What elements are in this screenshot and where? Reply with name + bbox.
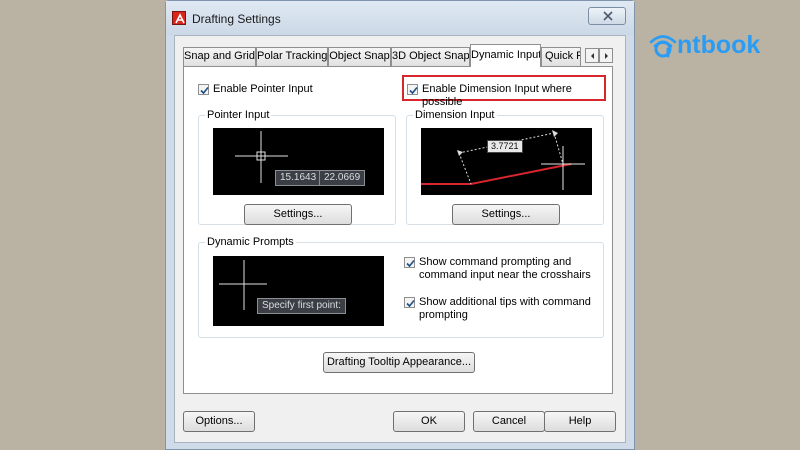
arrow-right-icon (605, 53, 608, 59)
arrow-left-icon (591, 53, 594, 59)
show-command-prompting-label: Show command prompting and command input… (419, 256, 591, 281)
dynamic-prompts-title: Dynamic Prompts (205, 236, 296, 248)
dimension-input-settings-button[interactable]: Settings... (452, 204, 560, 225)
dimension-value: 3.7721 (487, 140, 523, 153)
dynamic-prompts-preview: Specify first point: (213, 256, 384, 326)
dimension-line-icon (421, 130, 585, 190)
checkmark-icon (200, 86, 209, 95)
tab-strip: Snap and Grid Polar Tracking Object Snap… (183, 44, 613, 67)
pointer-y-value: 22.0669 (319, 170, 366, 186)
help-button[interactable]: Help (544, 411, 616, 432)
enable-pointer-input-checkbox[interactable]: Enable Pointer Input (198, 83, 313, 96)
show-command-prompting-checkbox[interactable]: Show command prompting and command input… (404, 256, 594, 282)
wifi-logo-icon (649, 35, 677, 58)
dimension-input-preview: 3.7721 (421, 128, 592, 195)
tab-quick-properties[interactable]: Quick Pr (541, 47, 581, 66)
tab-polar-tracking[interactable]: Polar Tracking (256, 47, 328, 66)
dynamic-prompts-group: Dynamic Prompts Specify first point: Sho… (198, 236, 604, 338)
dimension-input-title: Dimension Input (413, 109, 497, 121)
window-title: Drafting Settings (192, 12, 281, 26)
checkbox-box[interactable] (404, 257, 415, 268)
enable-dimension-input-label: Enable Dimension Input where possible (422, 83, 572, 108)
screen: Drafting Settings Snap and Grid Polar Tr… (0, 0, 800, 450)
ok-button[interactable]: OK (393, 411, 465, 432)
prompt-text: Specify first point: (257, 298, 346, 314)
logo-text: ntbook (677, 31, 761, 59)
options-button[interactable]: Options... (183, 411, 255, 432)
drafting-settings-window: Drafting Settings Snap and Grid Polar Tr… (165, 0, 635, 450)
tab-snap-and-grid[interactable]: Snap and Grid (183, 47, 256, 66)
enable-dimension-input-checkbox[interactable]: Enable Dimension Input where possible (407, 83, 612, 109)
pointer-input-settings-button[interactable]: Settings... (244, 204, 352, 225)
checkmark-icon (409, 86, 418, 95)
checkbox-box[interactable] (407, 84, 418, 95)
autocad-app-icon (172, 11, 186, 25)
tab-scroll-left[interactable] (585, 48, 599, 63)
tab-object-snap[interactable]: Object Snap (328, 47, 391, 66)
pointer-input-title: Pointer Input (205, 109, 272, 121)
drafting-tooltip-appearance-button[interactable]: Drafting Tooltip Appearance... (323, 352, 475, 373)
cancel-button[interactable]: Cancel (473, 411, 545, 432)
enable-pointer-input-label: Enable Pointer Input (213, 83, 313, 95)
checkmark-icon (406, 299, 415, 308)
dimension-input-group: Dimension Input 3.7721 Settings... (406, 109, 604, 225)
tab-dynamic-input[interactable]: Dynamic Input (470, 44, 541, 67)
dialog-client-area: Snap and Grid Polar Tracking Object Snap… (174, 35, 626, 443)
pointer-input-group: Pointer Input 15.1643 22.0669 Settings..… (198, 109, 396, 225)
show-additional-tips-label: Show additional tips with command prompt… (419, 296, 591, 321)
tab-scroll-right[interactable] (599, 48, 613, 63)
checkmark-icon (406, 259, 415, 268)
crosshair-icon (219, 260, 267, 310)
dynamic-input-panel: Enable Pointer Input Enable Dimension In… (183, 66, 613, 394)
pointer-input-preview: 15.1643 22.0669 (213, 128, 384, 195)
show-additional-tips-checkbox[interactable]: Show additional tips with command prompt… (404, 296, 594, 322)
pointer-x-value: 15.1643 (275, 170, 322, 186)
checkbox-box[interactable] (404, 297, 415, 308)
title-bar[interactable]: Drafting Settings (166, 1, 634, 35)
checkbox-box[interactable] (198, 84, 209, 95)
tab-3d-object-snap[interactable]: 3D Object Snap (391, 47, 470, 66)
close-icon (603, 11, 613, 21)
close-button[interactable] (588, 7, 626, 25)
